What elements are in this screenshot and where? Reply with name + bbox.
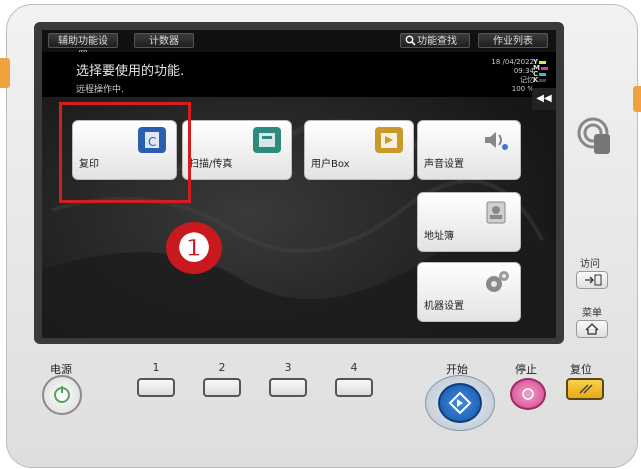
memory-label: 记忆 [520,76,534,84]
address-book-tile[interactable]: 地址簿 [417,192,521,252]
left-orange-trim [0,58,10,88]
time-display: 09:34 [513,67,534,75]
home-icon [585,323,599,335]
address-book-label: 地址簿 [424,231,454,242]
register-key-1[interactable] [137,378,175,397]
date-display: 18 /04/2022 [491,58,534,66]
reset-label: 复位 [570,363,592,376]
user-box-icon [375,127,403,153]
speaker-icon [482,127,510,153]
scan-fax-icon [253,127,281,153]
start-icon [448,391,472,415]
power-icon [54,386,70,403]
key-1-label: 1 [152,361,160,374]
right-orange-trim [633,86,641,112]
register-key-3[interactable] [269,378,307,397]
register-key-4[interactable] [335,378,373,397]
scan-fax-label: 扫描/传真 [189,159,233,170]
status-info: 18 /04/2022 09:34 记忆 100 % [491,58,534,94]
power-button[interactable] [42,375,82,415]
remote-status: 远程操作中. [76,85,124,95]
tab-job-list[interactable]: 作业列表 [478,33,548,48]
menu-button[interactable] [576,320,608,338]
top-tab-bar: 辅助功能设置 计数器 功能查找 作业列表 [42,30,556,62]
tab-accessibility[interactable]: 辅助功能设置 [48,33,118,62]
reset-icon [579,384,593,394]
toner-k: K [533,76,539,84]
user-box-label: 用户Box [311,159,350,170]
copier-control-panel: 辅助功能设置 计数器 功能查找 作业列表 选择要使用的功能. 远程操作中. 18… [0,0,641,469]
key-4-label: 4 [350,361,358,374]
start-button[interactable] [425,375,495,431]
access-button[interactable] [576,271,608,289]
tab-counter[interactable]: 计数器 [134,33,194,48]
reset-button[interactable] [566,378,604,400]
sound-settings-tile[interactable]: 声音设置 [417,120,521,180]
access-label: 访问 [580,259,600,270]
step-number-badge: ❶ [166,222,222,274]
toner-indicator: Y M C K [533,59,548,84]
stop-button[interactable] [510,378,546,410]
stop-label: 停止 [515,363,537,376]
stop-icon [522,388,534,400]
tab-function-search[interactable]: 功能查找 [400,33,470,48]
address-book-icon [482,199,510,225]
message-bar: 选择要使用的功能. 远程操作中. 18 /04/2022 09:34 记忆 10… [42,52,556,97]
scan-fax-tile[interactable]: 扫描/传真 [182,120,292,180]
login-icon [585,274,602,286]
prompt-message: 选择要使用的功能. [76,64,185,79]
function-search-label: 功能查找 [417,36,457,47]
menu-label: 菜单 [582,308,602,319]
user-box-tile[interactable]: 用户Box [304,120,414,180]
search-icon [405,35,416,46]
machine-settings-tile[interactable]: 机器设置 [417,262,521,322]
memory-value: 100 % [511,85,534,93]
key-2-label: 2 [218,361,226,374]
gear-icon [482,269,510,295]
highlight-copy-box [59,102,191,203]
machine-settings-label: 机器设置 [424,301,464,312]
register-key-2[interactable] [203,378,241,397]
key-3-label: 3 [284,361,292,374]
touch-card-reader-icon [572,112,618,158]
collapse-panel-button[interactable]: ◀◀ [532,88,556,110]
sound-settings-label: 声音设置 [424,159,464,170]
